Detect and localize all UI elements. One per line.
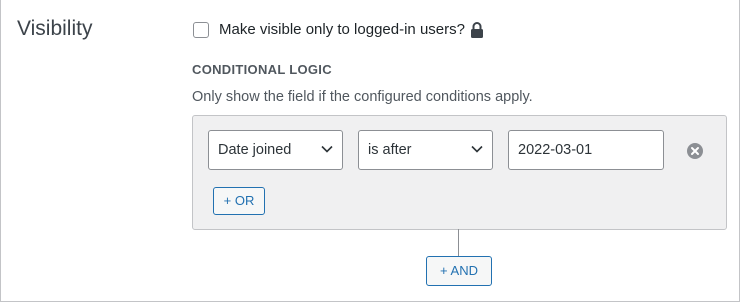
chevron-down-icon bbox=[321, 145, 333, 153]
close-circle-icon[interactable] bbox=[687, 143, 703, 159]
condition-field-select[interactable]: Date joined bbox=[208, 130, 343, 170]
condition-value-input[interactable] bbox=[508, 130, 664, 170]
add-or-button[interactable]: + OR bbox=[213, 187, 265, 215]
visibility-panel: Visibility Make visible only to logged-i… bbox=[0, 0, 740, 302]
conditional-logic-heading: CONDITIONAL LOGIC bbox=[192, 62, 332, 77]
lock-icon bbox=[471, 22, 483, 38]
logged-in-only-checkbox[interactable] bbox=[193, 22, 209, 38]
conditional-logic-description: Only show the field if the configured co… bbox=[192, 89, 533, 105]
add-and-button[interactable]: + AND bbox=[426, 256, 492, 286]
chevron-down-icon bbox=[471, 145, 483, 153]
condition-connector-line bbox=[458, 229, 459, 256]
condition-operator-select[interactable]: is after bbox=[358, 130, 493, 170]
condition-field-value: Date joined bbox=[218, 142, 292, 158]
logged-in-only-label[interactable]: Make visible only to logged-in users? bbox=[219, 21, 465, 38]
condition-operator-value: is after bbox=[368, 142, 412, 158]
section-label: Visibility bbox=[17, 17, 93, 40]
